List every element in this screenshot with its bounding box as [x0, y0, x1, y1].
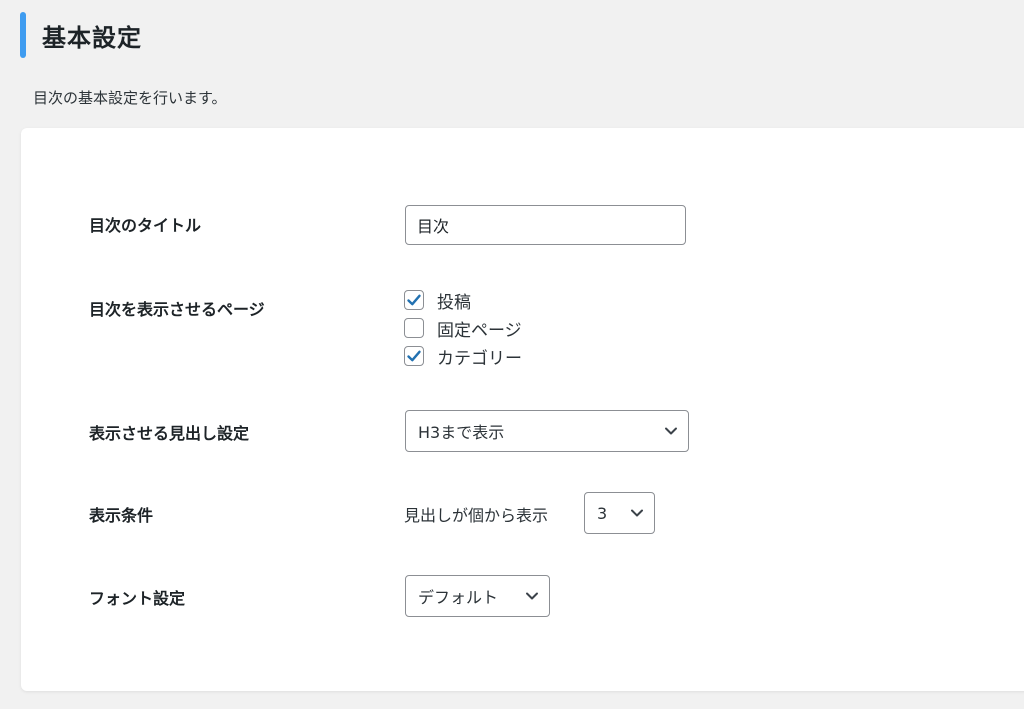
checkbox-category-label: カテゴリー	[437, 348, 522, 369]
heading-setting-label: 表示させる見出し設定	[89, 424, 250, 443]
chevron-down-icon	[631, 509, 643, 517]
chevron-down-icon	[665, 427, 677, 435]
settings-page: 基本設定 目次の基本設定を行います。 目次のタイトル 目次を表示させるページ 投…	[0, 0, 1024, 709]
display-condition-text: 見出しが個から表示	[404, 506, 549, 525]
checkbox-page-label: 固定ページ	[437, 320, 522, 341]
checkbox-page-row[interactable]: 固定ページ	[404, 316, 522, 341]
font-setting-value: デフォルト	[418, 588, 499, 607]
page-title: 基本設定	[42, 23, 142, 52]
heading-setting-select[interactable]: H3まで表示	[405, 410, 689, 452]
title-accent-bar	[20, 12, 26, 58]
display-pages-label: 目次を表示させるページ	[89, 300, 265, 319]
toc-title-input[interactable]	[405, 205, 686, 245]
display-condition-label: 表示条件	[89, 506, 154, 525]
checkbox-post-label: 投稿	[437, 292, 471, 313]
heading-setting-value: H3まで表示	[418, 423, 505, 442]
display-condition-value: 3	[597, 503, 608, 523]
page-header: 基本設定	[20, 12, 142, 58]
checkbox-post[interactable]	[404, 290, 424, 310]
display-condition-select[interactable]: 3	[584, 492, 655, 534]
chevron-down-icon	[526, 592, 538, 600]
checkbox-category-row[interactable]: カテゴリー	[404, 344, 522, 369]
check-icon	[407, 294, 421, 306]
toc-title-label: 目次のタイトル	[89, 216, 202, 235]
checkbox-post-row[interactable]: 投稿	[404, 288, 471, 313]
checkbox-page[interactable]	[404, 318, 424, 338]
checkbox-category[interactable]	[404, 346, 424, 366]
font-setting-select[interactable]: デフォルト	[405, 575, 550, 617]
check-icon	[407, 350, 421, 362]
font-setting-label: フォント設定	[89, 589, 186, 608]
page-description: 目次の基本設定を行います。	[33, 89, 227, 107]
